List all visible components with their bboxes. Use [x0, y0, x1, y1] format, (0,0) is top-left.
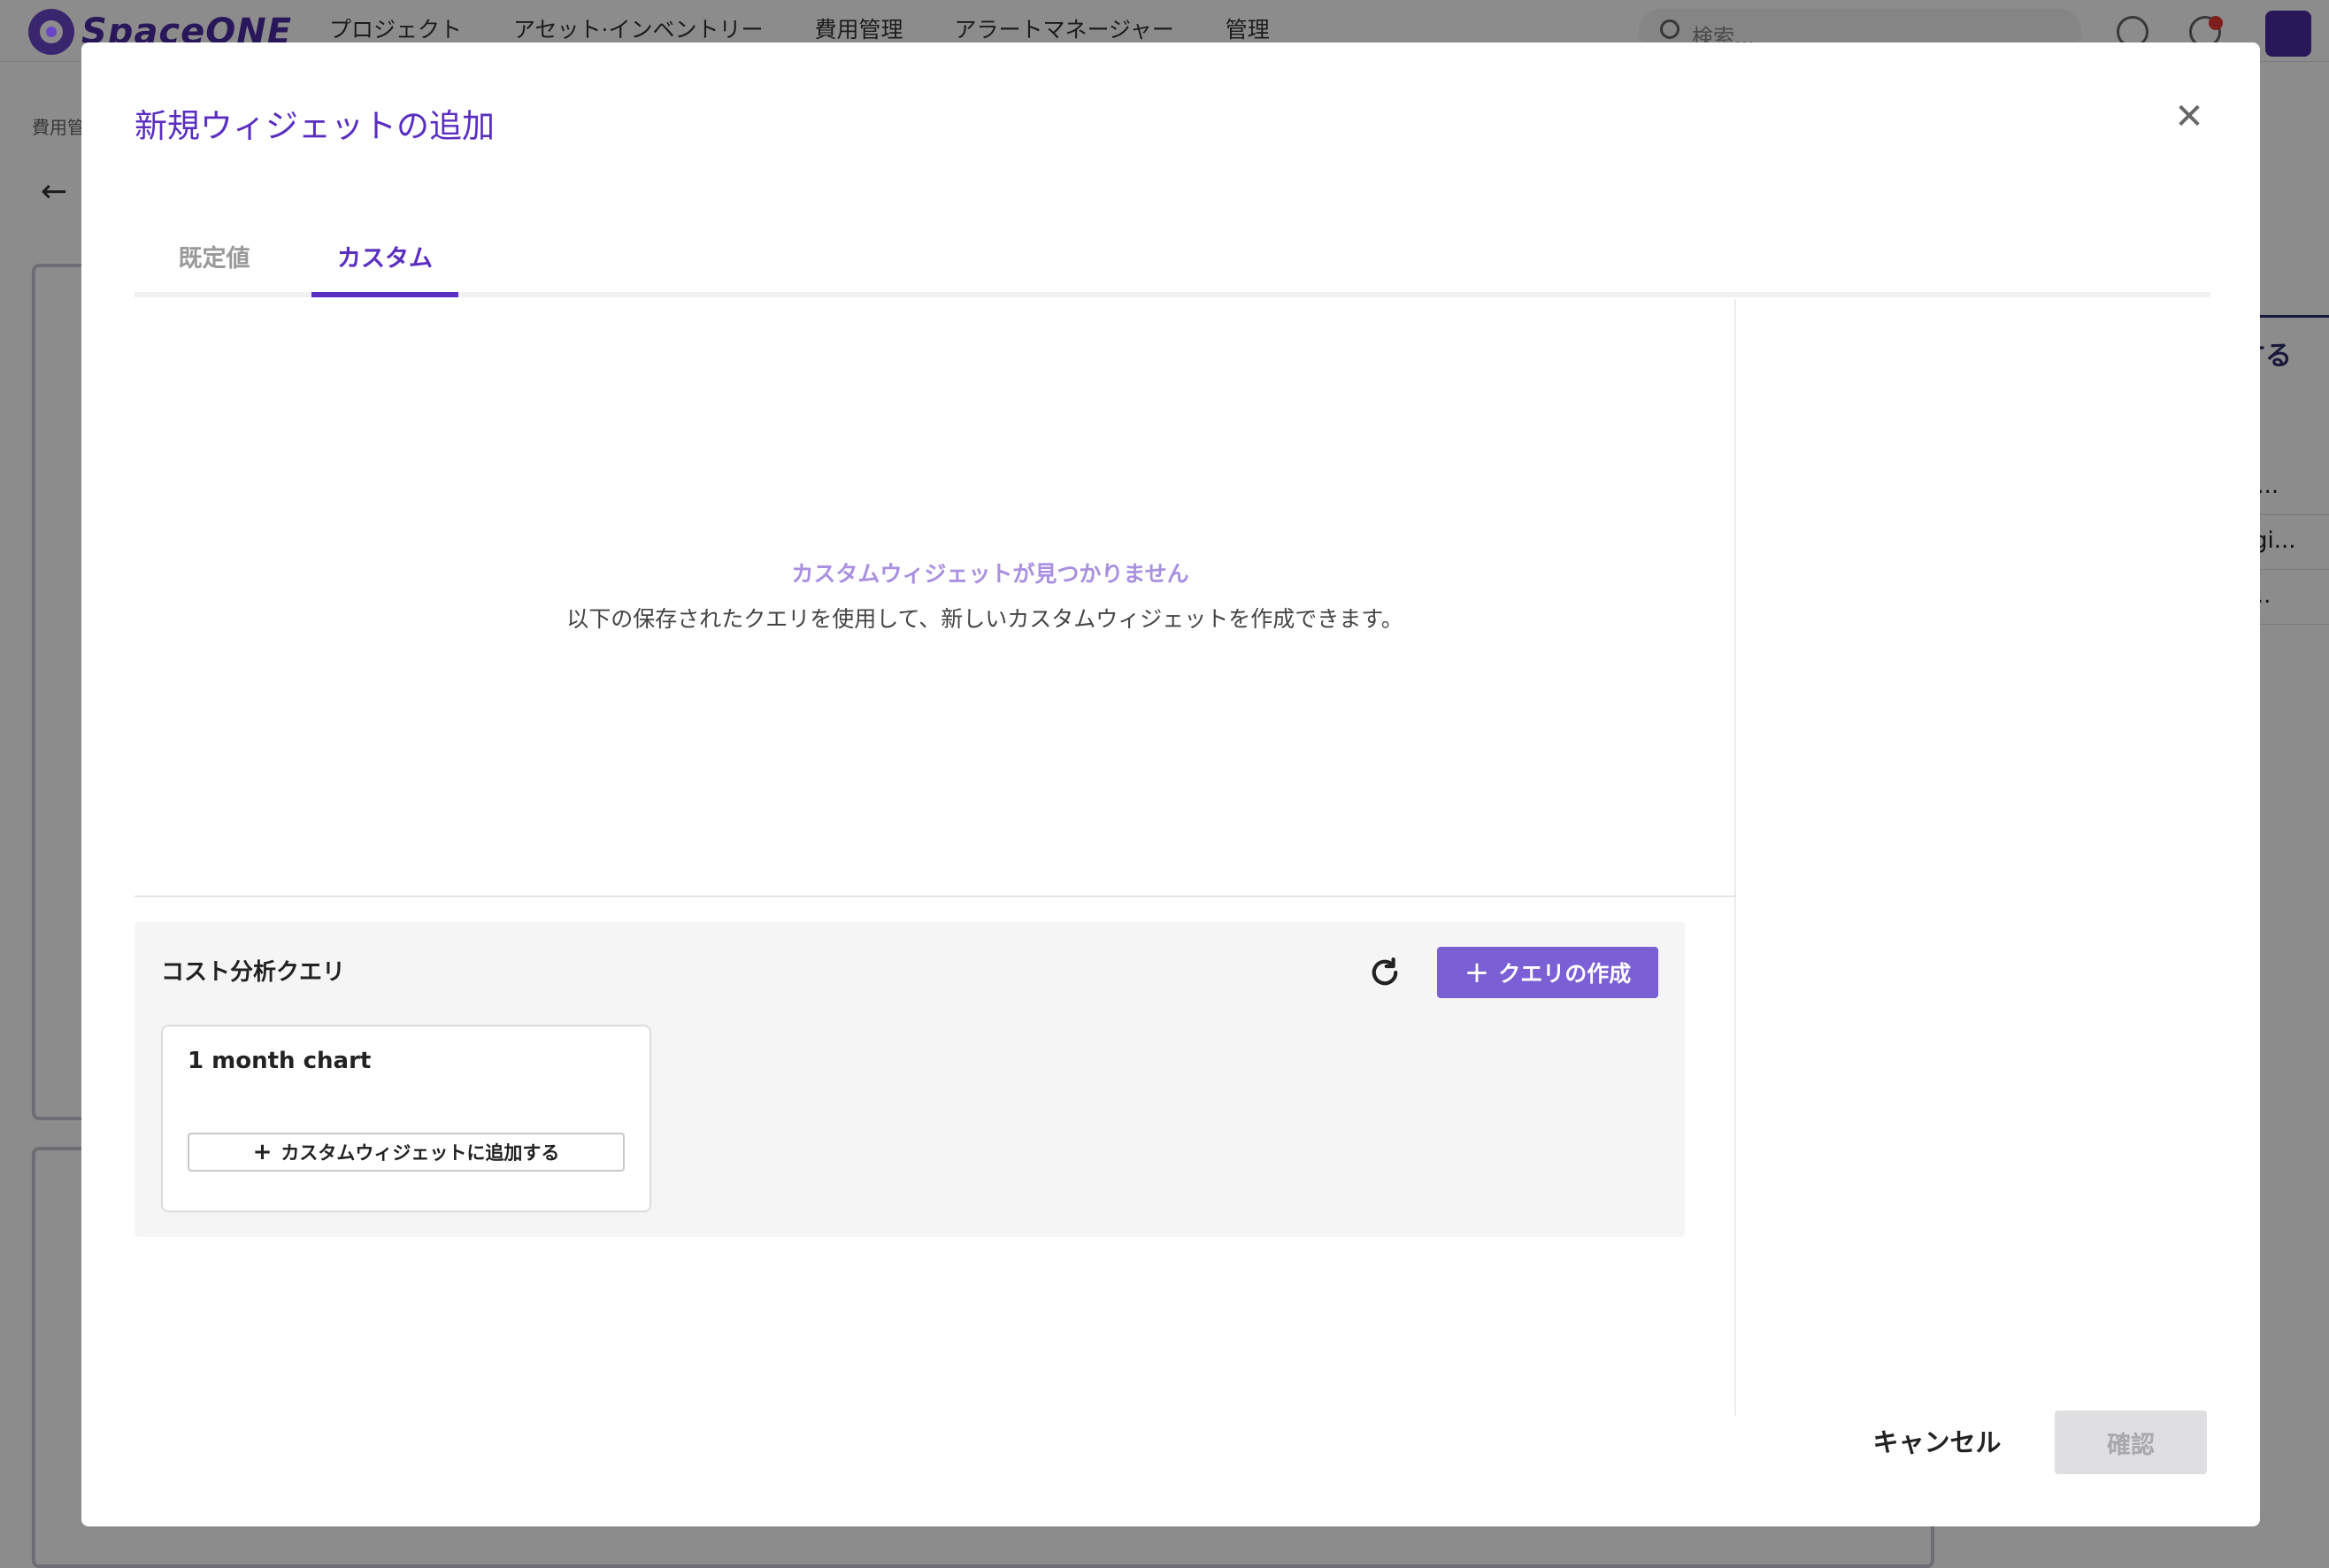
- active-tab-indicator: [311, 292, 458, 297]
- plus-icon: +: [252, 1139, 273, 1165]
- section-divider: [135, 895, 1736, 897]
- query-card-title: 1 month chart: [188, 1048, 372, 1074]
- empty-state-title: カスタムウィジェットが見つかりません: [791, 561, 1189, 587]
- widget-tabs: 既定値 カスタム: [135, 195, 2210, 297]
- add-to-custom-widget-button[interactable]: + カスタムウィジェットに追加する: [188, 1133, 625, 1172]
- cancel-button[interactable]: キャンセル: [1858, 1412, 2016, 1469]
- create-query-button[interactable]: + クエリの作成: [1437, 947, 1658, 998]
- refresh-glyph: [1372, 957, 1398, 986]
- add-to-custom-widget-label: カスタムウィジェットに追加する: [281, 1142, 560, 1164]
- query-card: 1 month chart + カスタムウィジェットに追加する: [161, 1025, 651, 1212]
- refresh-icon[interactable]: [1366, 954, 1403, 991]
- create-query-label: クエリの作成: [1498, 961, 1632, 987]
- panel-divider: [1734, 299, 1736, 1416]
- query-panel-title: コスト分析クエリ: [161, 959, 346, 986]
- plus-icon: +: [1464, 955, 1490, 990]
- empty-state-description: 以下の保存されたクエリを使用して、新しいカスタムウィジェットを作成できます。: [566, 606, 1403, 632]
- close-icon[interactable]: ✕: [2170, 97, 2209, 136]
- cost-analysis-query-panel: コスト分析クエリ + クエリの作成 1 month chart + カスタムウィ…: [135, 922, 1685, 1237]
- modal-title: 新規ウィジェットの追加: [135, 107, 495, 145]
- add-widget-modal: 新規ウィジェットの追加 ✕ 既定値 カスタム カスタムウィジェットが見つかりませ…: [81, 42, 2260, 1526]
- tab-default[interactable]: 既定値: [159, 239, 269, 297]
- tab-custom[interactable]: カスタム: [311, 239, 458, 297]
- confirm-button[interactable]: 確認: [2055, 1410, 2207, 1474]
